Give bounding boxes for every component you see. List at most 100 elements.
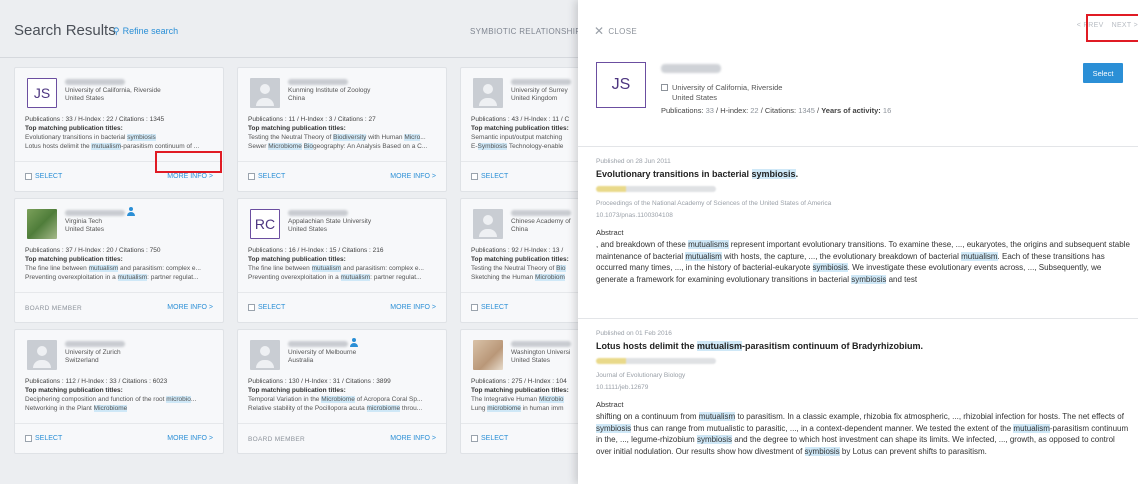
h-value: 22 [750,106,759,115]
publication-title: Lotus hosts delimit the mutualism-parasi… [25,143,200,150]
result-card[interactable]: University of Zurich Switzerland Publicati… [14,329,224,454]
publication-title: Preventing overexploitation in a mutuali… [25,274,199,281]
top-titles-label: Top matching publication titles: [248,125,346,132]
publication-title: E-Symbiosis Technology-enable [471,143,564,150]
select-button[interactable]: Select [1083,63,1123,83]
result-card[interactable]: University of Melbourne Australia Publicat… [237,329,447,454]
breadcrumb: SYMBIOTIC RELATIONSHIPS A [470,27,590,36]
publication-item: Published on 01 Feb 2016 Lotus hosts deli… [596,330,1131,457]
more-info-link[interactable]: MORE INFO > [167,304,213,311]
avatar: RC [250,209,280,239]
more-info-link[interactable]: MORE INFO > [167,173,213,180]
institution: Kunming Institute of Zoology [288,87,371,94]
result-card[interactable]: Washington Universi United States Publicat… [460,329,590,454]
publication-title[interactable]: Lotus hosts delimit the mutualism-parasi… [596,341,1131,351]
expert-name-redacted [65,79,125,85]
checkbox-icon [248,304,255,311]
close-button[interactable]: ✕ CLOSE [594,24,637,38]
detail-panel: ✕ CLOSE < PREV NEXT > JS University of Ca… [578,0,1138,484]
divider [578,318,1138,319]
more-info-link[interactable]: MORE INFO > [390,173,436,180]
top-titles-label: Top matching publication titles: [471,125,569,132]
publication-title: The Integrative Human Microbio [471,396,564,403]
institution: Washington Universi [511,349,571,356]
select-checkbox[interactable]: SELECT [25,173,62,180]
more-info-link[interactable]: MORE INFO > [390,304,436,311]
card-footer: SELECT [461,161,590,191]
top-titles-label: Top matching publication titles: [25,256,123,263]
refine-search-link[interactable]: ⚲ Refine search [113,26,178,37]
avatar [27,209,57,239]
results-header: Search Results ⚲ Refine search SYMBIOTIC … [0,0,590,58]
country: China [288,95,305,102]
result-card[interactable]: University of Surrey United Kingdom Public… [460,67,590,192]
select-label: SELECT [258,304,286,311]
result-card[interactable]: RC Appalachian State University United Sta… [237,198,447,323]
pub-label: Publications: [661,106,704,115]
y-value: 16 [882,106,892,115]
country: Australia [288,357,314,364]
top-titles-label: Top matching publication titles: [471,256,569,263]
journal-name: Proceedings of the National Academy of S… [596,200,832,207]
publication-title: Networking in the Plant Microbiome [25,405,128,412]
select-checkbox[interactable]: SELECT [471,173,508,180]
expert-name-redacted [65,210,125,216]
avatar: JS [596,62,646,108]
card-stats: Publications : 92 / H-Index : 13 / [471,247,564,254]
institution: Appalachian State University [288,218,372,225]
expert-name-redacted [288,210,348,216]
expert-name-redacted [511,79,571,85]
country: United States [65,226,105,233]
publication-title: Preventing overexploitation in a mutuali… [248,274,422,281]
expert-name-redacted [288,341,348,347]
result-card[interactable]: Kunming Institute of Zoology China Publica… [237,67,447,192]
expert-name-redacted [511,341,571,347]
country: United States [65,95,105,102]
publication-title: Lung microbiome in human imm [471,405,564,412]
user-icon [350,338,358,347]
abstract-heading: Abstract [596,400,624,409]
pager-annotation-box [1086,14,1138,42]
country: United Kingdom [511,95,558,102]
card-affiliation: Appalachian State University United State… [288,218,371,234]
country: United States [511,357,551,364]
search-icon: ⚲ [113,26,120,36]
institution: University of Zurich [65,349,121,356]
checkbox-icon [248,173,255,180]
publication-title[interactable]: Evolutionary transitions in bacterial sy… [596,169,1131,179]
top-titles-label: Top matching publication titles: [471,387,569,394]
country: United States [672,93,718,102]
card-footer: SELECT MORE INFO > [15,423,223,453]
institution: University of California, Riverside [65,87,161,94]
more-info-link[interactable]: MORE INFO > [167,435,213,442]
select-checkbox[interactable]: SELECT [25,435,62,442]
select-label: SELECT [258,173,286,180]
country: Switzerland [65,357,99,364]
card-affiliation: Virginia Tech United States [65,218,104,234]
select-checkbox[interactable]: SELECT [248,304,285,311]
building-icon [661,84,668,91]
card-footer: SELECT MORE INFO > [238,292,446,322]
publication-title: Relative stability of the Pocillopora ac… [248,405,423,412]
authors-redacted [596,358,716,364]
publication-item: Published on 28 Jun 2011 Evolutionary tra… [596,158,1131,285]
h-label: H-index: [720,106,749,115]
select-checkbox[interactable]: SELECT [471,435,508,442]
expert-affiliation: University of California, Riverside Unite… [661,83,782,103]
card-affiliation: University of Melbourne Australia [288,349,356,365]
publication-title: Sewer Microbiome Biogeography: An Analys… [248,143,428,150]
expert-stats: Publications: 33 / H-index: 22 / Citatio… [661,106,892,115]
card-affiliation: University of Surrey United Kingdom [511,87,568,103]
expert-name-redacted [288,79,348,85]
result-card[interactable]: JS University of California, Riverside Uni… [14,67,224,192]
divider [578,146,1138,147]
result-card[interactable]: Virginia Tech United States Publications :… [14,198,224,323]
select-checkbox[interactable]: SELECT [248,173,285,180]
checkbox-icon [471,435,478,442]
card-stats: Publications : 275 / H-Index : 104 [471,378,567,385]
select-checkbox[interactable]: SELECT [471,304,508,311]
avatar: JS [27,78,57,108]
checkbox-icon [471,304,478,311]
result-card[interactable]: Chinese Academy of China Publications : 92… [460,198,590,323]
more-info-link[interactable]: MORE INFO > [390,435,436,442]
